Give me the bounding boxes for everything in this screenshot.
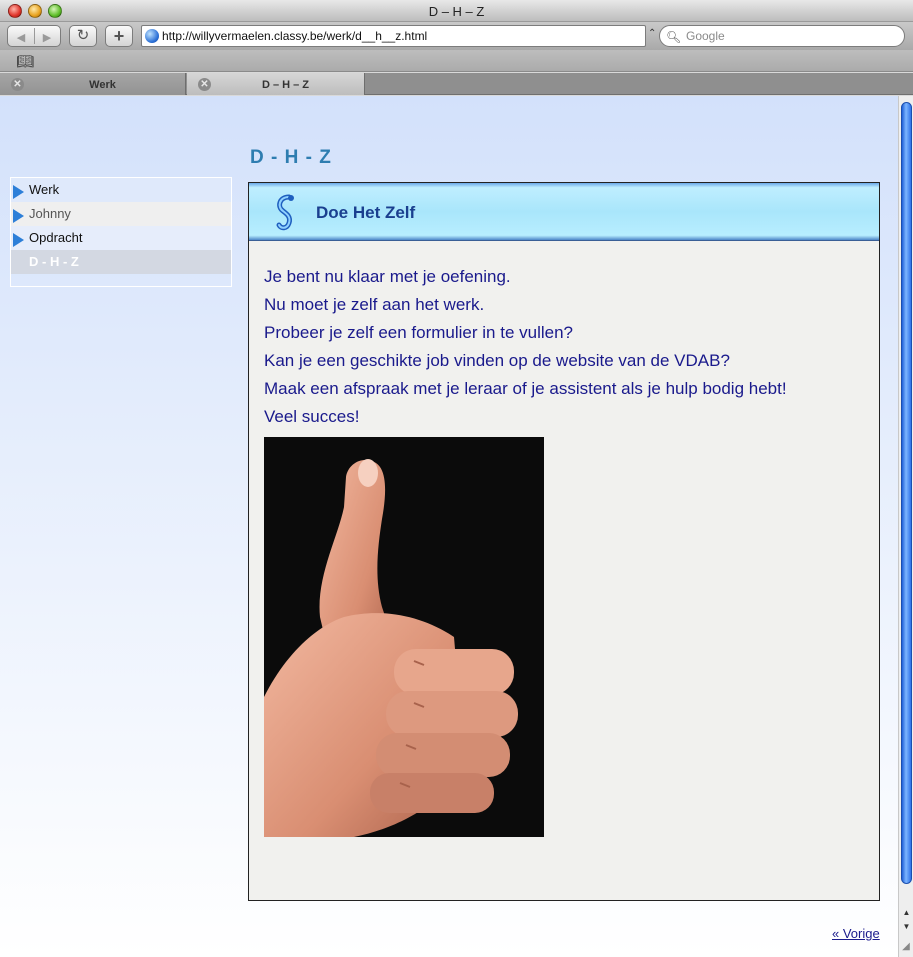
thumbs-up-image [264, 437, 544, 837]
content-line: Veel succes! [264, 407, 360, 426]
triangle-right-icon [13, 233, 24, 247]
sidebar-item-label: Werk [29, 182, 60, 197]
tab-bar: ✕ Werk ✕ D – H – Z [0, 73, 913, 95]
triangle-right-icon [13, 209, 24, 223]
url-dropdown-icon[interactable]: ⌃ [648, 28, 656, 39]
resize-grip-icon[interactable]: ◢ [899, 941, 913, 957]
back-button[interactable]: ◀ [8, 28, 34, 48]
content-line: Maak een afspraak met je leraar of je as… [264, 379, 787, 398]
address-bar[interactable]: http://willyvermaelen.classy.be/werk/d__… [141, 25, 646, 47]
content-header: Doe Het Zelf [249, 183, 879, 241]
content-panel: Doe Het Zelf Je bent nu klaar met je oef… [248, 182, 880, 901]
tab-d-h-z[interactable]: ✕ D – H – Z [187, 73, 365, 95]
vertical-scrollbar[interactable]: ▲ ▼ [898, 96, 913, 957]
content-line: Nu moet je zelf aan het werk. [264, 295, 485, 314]
sidebar-item-label: Johnny [29, 206, 71, 221]
sidebar-item-d-h-z[interactable]: D - H - Z [11, 250, 231, 274]
sidebar-item-werk[interactable]: Werk [11, 178, 231, 202]
bookmarks-bar: 📖︎ [0, 50, 913, 72]
reload-button[interactable]: ↻ [69, 25, 97, 47]
tab-label: Werk [89, 79, 116, 91]
sidebar-item-johnny[interactable]: Johnny [11, 202, 231, 226]
close-tab-icon[interactable]: ✕ [11, 78, 24, 91]
content-text: Je bent nu klaar met je oefening. Nu moe… [264, 263, 787, 431]
book-icon[interactable]: 📖︎ [16, 53, 34, 70]
page-viewport: D - H - Z Werk Johnny Opdracht D - H - Z… [0, 96, 898, 957]
back-forward-group: ◀ ▶ [7, 25, 61, 47]
previous-page-link[interactable]: « Vorige [832, 926, 880, 941]
content-line: Probeer je zelf een formulier in te vull… [264, 323, 573, 342]
forward-button[interactable]: ▶ [34, 28, 60, 48]
close-tab-icon[interactable]: ✕ [198, 78, 211, 91]
sidebar-item-label: D - H - Z [29, 254, 79, 269]
thumbs-up-photo [264, 437, 544, 837]
globe-icon [145, 29, 159, 43]
sidebar-nav: Werk Johnny Opdracht D - H - Z [10, 177, 232, 287]
title-bar: D – H – Z [0, 0, 913, 22]
scroll-down-arrow-icon[interactable]: ▼ [899, 922, 913, 936]
tab-label: D – H – Z [261, 79, 310, 91]
content-line: Kan je een geschikte job vinden op de we… [264, 351, 730, 370]
search-placeholder: Google [686, 29, 725, 43]
browser-toolbar: ◀ ▶ ↻ + http://willyvermaelen.classy.be/w… [0, 22, 913, 50]
sidebar-item-label: Opdracht [29, 230, 83, 245]
content-header-title: Doe Het Zelf [316, 203, 416, 222]
tab-werk[interactable]: ✕ Werk [0, 73, 186, 95]
search-field[interactable]: 🔍︎ Google [659, 25, 905, 47]
scroll-thumb[interactable] [901, 102, 912, 884]
window-title: D – H – Z [428, 4, 485, 19]
sidebar-item-opdracht[interactable]: Opdracht [11, 226, 231, 250]
triangle-right-icon [13, 185, 24, 199]
search-icon: 🔍︎ [666, 30, 682, 44]
scroll-up-arrow-icon[interactable]: ▲ [899, 908, 913, 922]
content-line: Je bent nu klaar met je oefening. [264, 267, 511, 286]
add-bookmark-button[interactable]: + [105, 25, 133, 47]
hook-icon [276, 194, 294, 231]
address-text: http://willyvermaelen.classy.be/werk/d__… [162, 29, 428, 43]
page-title: D - H - Z [250, 147, 332, 168]
